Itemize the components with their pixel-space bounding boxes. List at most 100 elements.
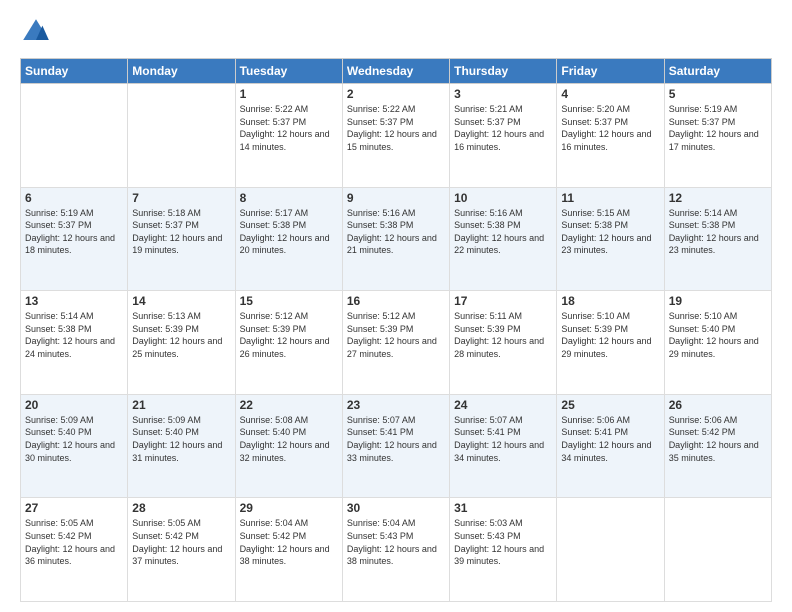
- day-number: 26: [669, 398, 767, 412]
- header: [20, 16, 772, 48]
- day-cell: 6 Sunrise: 5:19 AM Sunset: 5:37 PM Daylig…: [21, 187, 128, 291]
- day-cell: 8Sunrise: 5:17 AM Sunset: 5:38 PM Daylig…: [235, 187, 342, 291]
- day-header-sunday: Sunday: [21, 59, 128, 84]
- day-header-friday: Friday: [557, 59, 664, 84]
- day-cell: 31 Sunrise: 5:03 AM Sunset: 5:43 PM Dayli…: [450, 498, 557, 602]
- day-info: Sunrise: 5:05 AM Sunset: 5:42 PM Dayligh…: [132, 517, 230, 567]
- day-cell: 17 Sunrise: 5:11 AM Sunset: 5:39 PM Dayli…: [450, 291, 557, 395]
- day-header-tuesday: Tuesday: [235, 59, 342, 84]
- day-info: Sunrise: 5:07 AM Sunset: 5:41 PM Dayligh…: [347, 414, 445, 464]
- day-number: 17: [454, 294, 552, 308]
- day-cell: 18 Sunrise: 5:10 AM Sunset: 5:39 PM Dayli…: [557, 291, 664, 395]
- page: SundayMondayTuesdayWednesdayThursdayFrid…: [0, 0, 792, 612]
- day-number: 18: [561, 294, 659, 308]
- day-number: 4: [561, 87, 659, 101]
- day-number: 27: [25, 501, 123, 515]
- day-cell: 23Sunrise: 5:07 AM Sunset: 5:41 PM Dayli…: [342, 394, 449, 498]
- day-info: Sunrise: 5:16 AM Sunset: 5:38 PM Dayligh…: [454, 207, 552, 257]
- day-info: Sunrise: 5:12 AM Sunset: 5:39 PM Dayligh…: [240, 310, 338, 360]
- day-cell: 1 Sunrise: 5:22 AM Sunset: 5:37 PM Daylig…: [235, 84, 342, 188]
- day-cell: 14 Sunrise: 5:13 AM Sunset: 5:39 PM Dayli…: [128, 291, 235, 395]
- day-info: Sunrise: 5:14 AM Sunset: 5:38 PM Dayligh…: [25, 310, 123, 360]
- day-info: Sunrise: 5:22 AM Sunset: 5:37 PM Dayligh…: [347, 103, 445, 153]
- day-info: Sunrise: 5:14 AM Sunset: 5:38 PM Dayligh…: [669, 207, 767, 257]
- day-cell: 4 Sunrise: 5:20 AM Sunset: 5:37 PM Daylig…: [557, 84, 664, 188]
- week-row-2: 6 Sunrise: 5:19 AM Sunset: 5:37 PM Daylig…: [21, 187, 772, 291]
- day-info: Sunrise: 5:19 AM Sunset: 5:37 PM Dayligh…: [669, 103, 767, 153]
- day-number: 30: [347, 501, 445, 515]
- day-cell: 7Sunrise: 5:18 AM Sunset: 5:37 PM Daylig…: [128, 187, 235, 291]
- day-header-thursday: Thursday: [450, 59, 557, 84]
- day-info: Sunrise: 5:21 AM Sunset: 5:37 PM Dayligh…: [454, 103, 552, 153]
- day-cell: 30 Sunrise: 5:04 AM Sunset: 5:43 PM Dayli…: [342, 498, 449, 602]
- day-number: 2: [347, 87, 445, 101]
- day-number: 19: [669, 294, 767, 308]
- day-number: 25: [561, 398, 659, 412]
- week-row-4: 20 Sunrise: 5:09 AM Sunset: 5:40 PM Dayli…: [21, 394, 772, 498]
- day-cell: 10 Sunrise: 5:16 AM Sunset: 5:38 PM Dayli…: [450, 187, 557, 291]
- days-row: SundayMondayTuesdayWednesdayThursdayFrid…: [21, 59, 772, 84]
- day-info: Sunrise: 5:20 AM Sunset: 5:37 PM Dayligh…: [561, 103, 659, 153]
- day-number: 6: [25, 191, 123, 205]
- day-number: 11: [561, 191, 659, 205]
- day-number: 20: [25, 398, 123, 412]
- calendar-body: 1 Sunrise: 5:22 AM Sunset: 5:37 PM Daylig…: [21, 84, 772, 602]
- week-row-1: 1 Sunrise: 5:22 AM Sunset: 5:37 PM Daylig…: [21, 84, 772, 188]
- calendar-table: SundayMondayTuesdayWednesdayThursdayFrid…: [20, 58, 772, 602]
- day-info: Sunrise: 5:15 AM Sunset: 5:38 PM Dayligh…: [561, 207, 659, 257]
- day-cell: 29 Sunrise: 5:04 AM Sunset: 5:42 PM Dayli…: [235, 498, 342, 602]
- day-cell: 22 Sunrise: 5:08 AM Sunset: 5:40 PM Dayli…: [235, 394, 342, 498]
- day-cell: 15 Sunrise: 5:12 AM Sunset: 5:39 PM Dayli…: [235, 291, 342, 395]
- day-cell: 11 Sunrise: 5:15 AM Sunset: 5:38 PM Dayli…: [557, 187, 664, 291]
- day-number: 14: [132, 294, 230, 308]
- day-number: 9: [347, 191, 445, 205]
- day-cell: [21, 84, 128, 188]
- day-cell: [557, 498, 664, 602]
- day-info: Sunrise: 5:11 AM Sunset: 5:39 PM Dayligh…: [454, 310, 552, 360]
- day-info: Sunrise: 5:06 AM Sunset: 5:42 PM Dayligh…: [669, 414, 767, 464]
- day-cell: 19 Sunrise: 5:10 AM Sunset: 5:40 PM Dayli…: [664, 291, 771, 395]
- day-number: 29: [240, 501, 338, 515]
- day-cell: [128, 84, 235, 188]
- calendar-header: SundayMondayTuesdayWednesdayThursdayFrid…: [21, 59, 772, 84]
- day-number: 5: [669, 87, 767, 101]
- day-info: Sunrise: 5:13 AM Sunset: 5:39 PM Dayligh…: [132, 310, 230, 360]
- day-info: Sunrise: 5:10 AM Sunset: 5:40 PM Dayligh…: [669, 310, 767, 360]
- day-header-monday: Monday: [128, 59, 235, 84]
- day-number: 28: [132, 501, 230, 515]
- week-row-3: 13 Sunrise: 5:14 AM Sunset: 5:38 PM Dayli…: [21, 291, 772, 395]
- day-number: 15: [240, 294, 338, 308]
- day-number: 1: [240, 87, 338, 101]
- day-info: Sunrise: 5:19 AM Sunset: 5:37 PM Dayligh…: [25, 207, 123, 257]
- day-info: Sunrise: 5:03 AM Sunset: 5:43 PM Dayligh…: [454, 517, 552, 567]
- day-info: Sunrise: 5:05 AM Sunset: 5:42 PM Dayligh…: [25, 517, 123, 567]
- day-info: Sunrise: 5:06 AM Sunset: 5:41 PM Dayligh…: [561, 414, 659, 464]
- logo: [20, 16, 56, 48]
- day-cell: 16Sunrise: 5:12 AM Sunset: 5:39 PM Dayli…: [342, 291, 449, 395]
- day-info: Sunrise: 5:22 AM Sunset: 5:37 PM Dayligh…: [240, 103, 338, 153]
- day-cell: 24Sunrise: 5:07 AM Sunset: 5:41 PM Dayli…: [450, 394, 557, 498]
- day-number: 13: [25, 294, 123, 308]
- day-number: 10: [454, 191, 552, 205]
- day-number: 3: [454, 87, 552, 101]
- day-number: 22: [240, 398, 338, 412]
- day-info: Sunrise: 5:09 AM Sunset: 5:40 PM Dayligh…: [132, 414, 230, 464]
- week-row-5: 27 Sunrise: 5:05 AM Sunset: 5:42 PM Dayli…: [21, 498, 772, 602]
- logo-icon: [20, 16, 52, 48]
- day-info: Sunrise: 5:09 AM Sunset: 5:40 PM Dayligh…: [25, 414, 123, 464]
- day-number: 21: [132, 398, 230, 412]
- day-number: 31: [454, 501, 552, 515]
- day-info: Sunrise: 5:17 AM Sunset: 5:38 PM Dayligh…: [240, 207, 338, 257]
- day-info: Sunrise: 5:10 AM Sunset: 5:39 PM Dayligh…: [561, 310, 659, 360]
- day-number: 12: [669, 191, 767, 205]
- day-info: Sunrise: 5:16 AM Sunset: 5:38 PM Dayligh…: [347, 207, 445, 257]
- day-cell: 28 Sunrise: 5:05 AM Sunset: 5:42 PM Dayli…: [128, 498, 235, 602]
- day-number: 16: [347, 294, 445, 308]
- day-cell: 13 Sunrise: 5:14 AM Sunset: 5:38 PM Dayli…: [21, 291, 128, 395]
- day-cell: [664, 498, 771, 602]
- day-info: Sunrise: 5:08 AM Sunset: 5:40 PM Dayligh…: [240, 414, 338, 464]
- day-info: Sunrise: 5:04 AM Sunset: 5:43 PM Dayligh…: [347, 517, 445, 567]
- day-cell: 12 Sunrise: 5:14 AM Sunset: 5:38 PM Dayli…: [664, 187, 771, 291]
- day-info: Sunrise: 5:04 AM Sunset: 5:42 PM Dayligh…: [240, 517, 338, 567]
- day-cell: 2 Sunrise: 5:22 AM Sunset: 5:37 PM Daylig…: [342, 84, 449, 188]
